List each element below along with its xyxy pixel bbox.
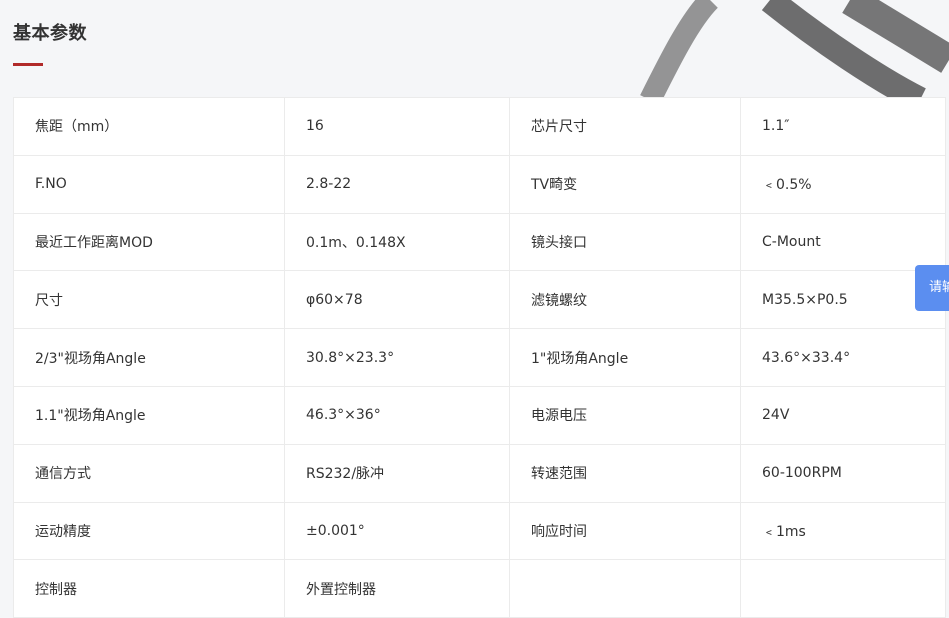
title-underline	[13, 63, 43, 66]
spec-value: ±0.001°	[284, 501, 510, 561]
spec-label: F.NO	[13, 154, 285, 214]
spec-label: 运动精度	[13, 501, 285, 561]
spec-value: φ60×78	[284, 270, 510, 330]
table-row: 控制器 外置控制器	[13, 559, 946, 618]
spec-value: 16	[284, 97, 510, 156]
spec-value: 1.1″	[740, 97, 946, 156]
background-product-image	[640, 0, 949, 100]
spec-label: 尺寸	[13, 270, 285, 330]
spec-value: 24V	[740, 385, 946, 445]
spec-value: 0.1m、0.148X	[284, 212, 510, 272]
spec-label: 1"视场角Angle	[509, 328, 741, 387]
table-row: F.NO 2.8-22 TV畸变 ﹤0.5%	[13, 154, 946, 214]
table-row: 1.1"视场角Angle 46.3°×36° 电源电压 24V	[13, 385, 946, 445]
spec-label	[509, 559, 741, 618]
spec-label: TV畸变	[509, 154, 741, 214]
table-row: 最近工作距离MOD 0.1m、0.148X 镜头接口 C-Mount	[13, 212, 946, 272]
spec-value: ﹤0.5%	[740, 154, 946, 214]
spec-value: 60-100RPM	[740, 443, 946, 503]
section-title: 基本参数	[13, 23, 87, 44]
spec-label: 响应时间	[509, 501, 741, 561]
spec-value: 2.8-22	[284, 154, 510, 214]
spec-label: 转速范围	[509, 443, 741, 503]
floating-contact-button[interactable]: 请输	[915, 265, 949, 311]
spec-value: 外置控制器	[284, 559, 510, 618]
spec-value: 43.6°×33.4°	[740, 328, 946, 387]
spec-table: 焦距（mm） 16 芯片尺寸 1.1″ F.NO 2.8-22 TV畸变 ﹤0.…	[13, 97, 946, 618]
table-row: 2/3"视场角Angle 30.8°×23.3° 1"视场角Angle 43.6…	[13, 328, 946, 387]
spec-label: 芯片尺寸	[509, 97, 741, 156]
spec-label: 1.1"视场角Angle	[13, 385, 285, 445]
spec-label: 滤镜螺纹	[509, 270, 741, 330]
table-row: 尺寸 φ60×78 滤镜螺纹 M35.5×P0.5	[13, 270, 946, 330]
spec-label: 最近工作距离MOD	[13, 212, 285, 272]
spec-value: C-Mount	[740, 212, 946, 272]
table-row: 焦距（mm） 16 芯片尺寸 1.1″	[13, 97, 946, 156]
spec-label: 通信方式	[13, 443, 285, 503]
spec-label: 2/3"视场角Angle	[13, 328, 285, 387]
spec-value	[740, 559, 946, 618]
spec-label: 控制器	[13, 559, 285, 618]
spec-value: RS232/脉冲	[284, 443, 510, 503]
table-row: 运动精度 ±0.001° 响应时间 ﹤1ms	[13, 501, 946, 561]
spec-value: 30.8°×23.3°	[284, 328, 510, 387]
spec-value: ﹤1ms	[740, 501, 946, 561]
spec-value: 46.3°×36°	[284, 385, 510, 445]
spec-label: 电源电压	[509, 385, 741, 445]
spec-label: 焦距（mm）	[13, 97, 285, 156]
table-row: 通信方式 RS232/脉冲 转速范围 60-100RPM	[13, 443, 946, 503]
spec-label: 镜头接口	[509, 212, 741, 272]
